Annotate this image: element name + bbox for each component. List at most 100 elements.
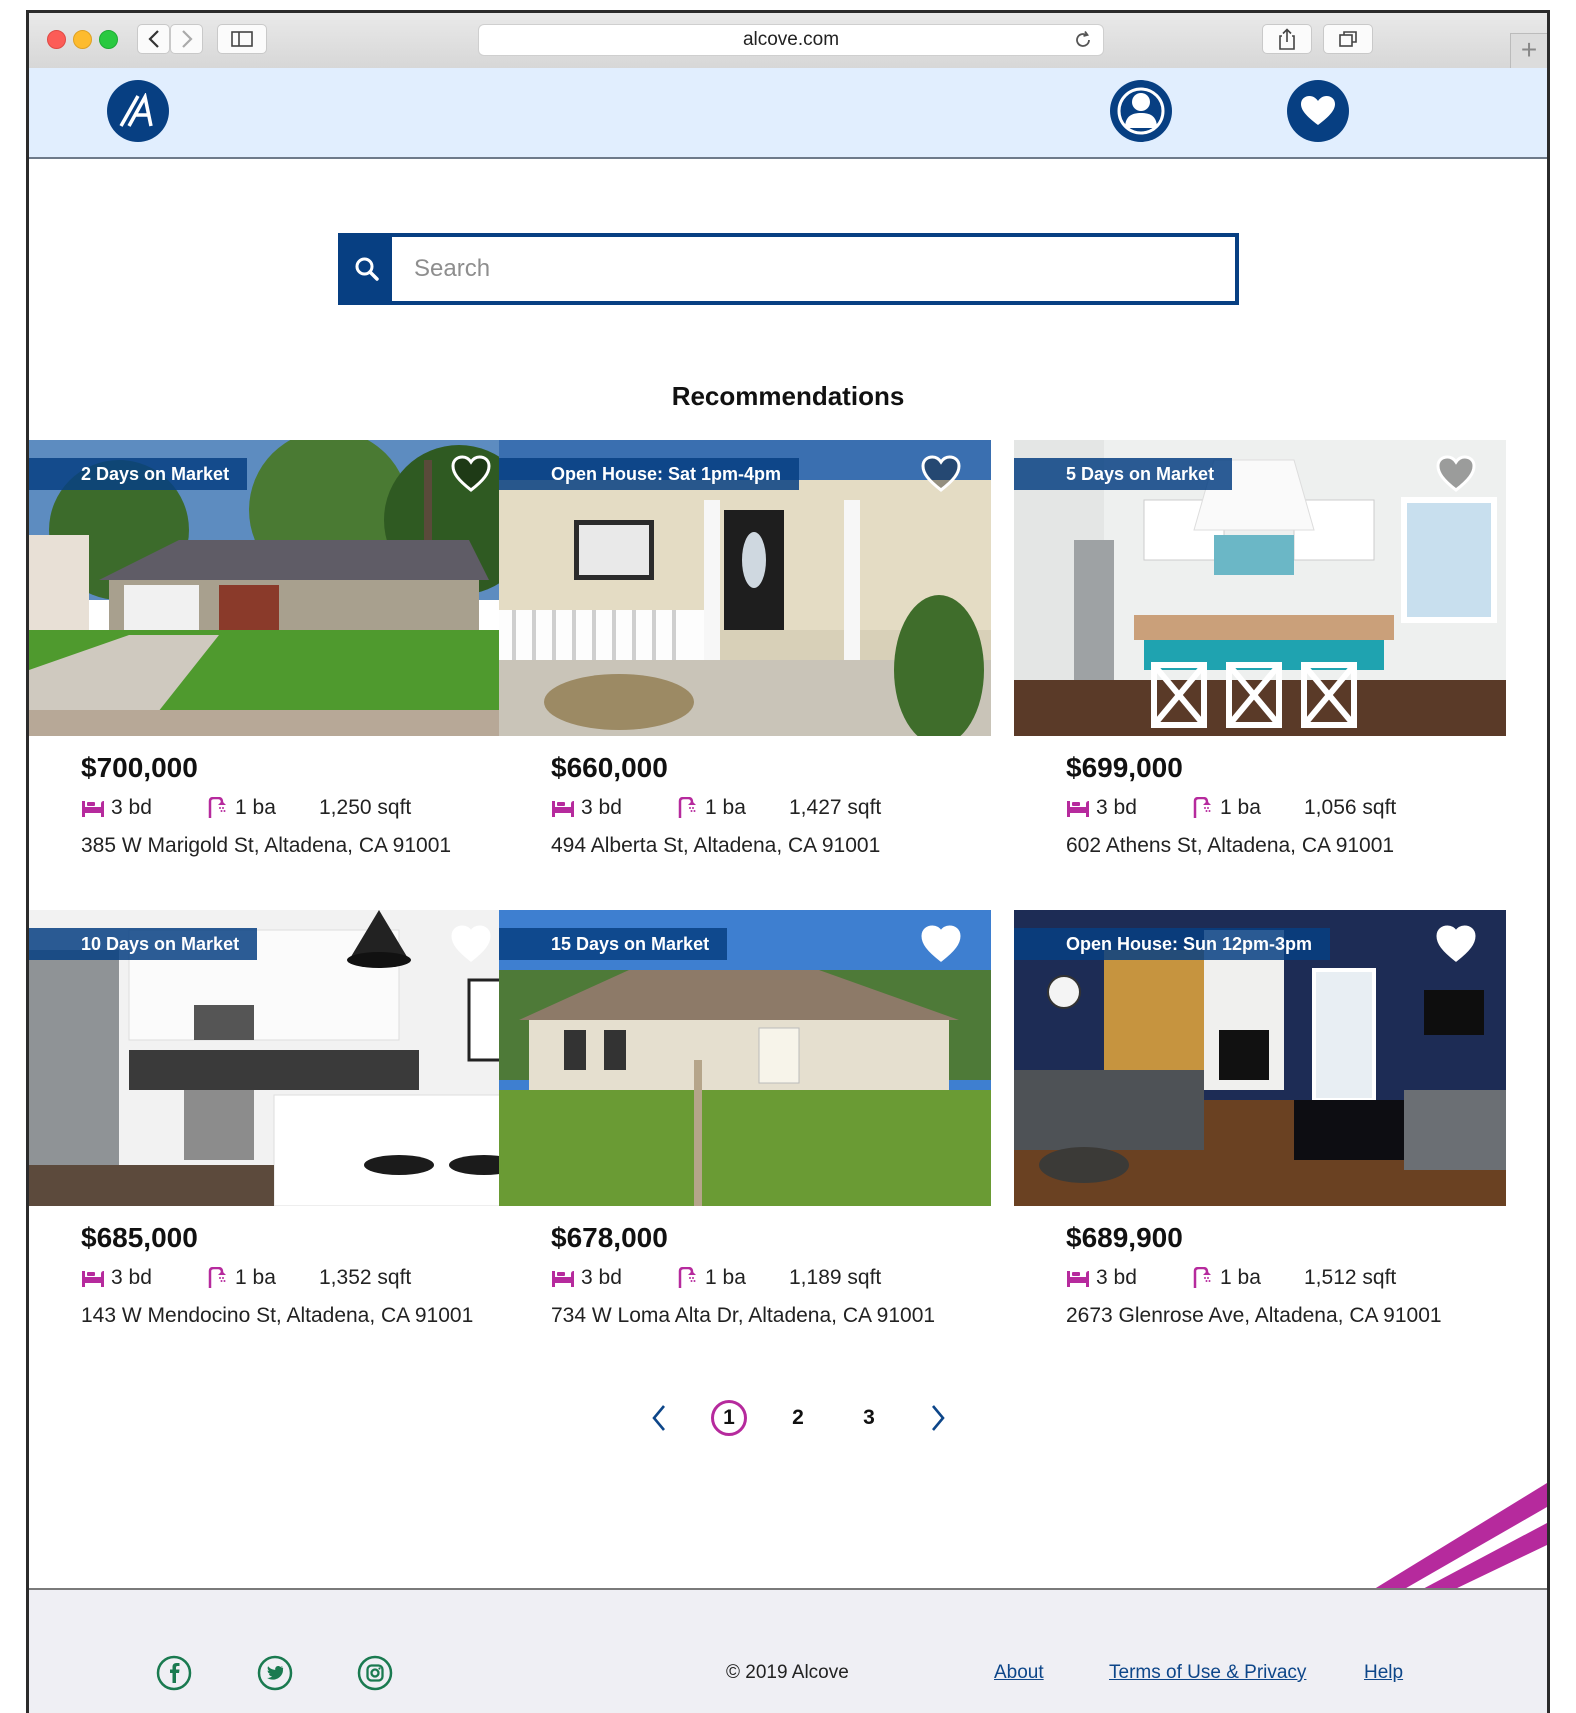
sqft-text: 1,512 sqft xyxy=(1304,1266,1397,1289)
listing-card[interactable]: Open House: Sat 1pm-4pm $660,000 3 bd 1 … xyxy=(499,440,991,857)
listing-card[interactable]: 5 Days on Market $699,000 3 bd 1 ba 1,05… xyxy=(1014,440,1506,857)
twitter-icon[interactable] xyxy=(257,1655,293,1691)
beds-stat: 3 bd xyxy=(81,796,152,820)
sqft-text: 1,189 sqft xyxy=(789,1266,882,1289)
shower-icon xyxy=(208,1267,226,1288)
baths-text: 1 ba xyxy=(235,796,276,819)
listing-card[interactable]: 15 Days on Market $678,000 3 bd 1 ba 1,1… xyxy=(499,910,991,1327)
browser-window: alcove.com + Recommendations xyxy=(26,10,1550,1713)
page-button-2[interactable]: 2 xyxy=(780,1400,816,1436)
search-button[interactable] xyxy=(342,237,392,301)
listing-tag: 15 Days on Market xyxy=(499,928,728,960)
forward-button[interactable] xyxy=(170,24,203,54)
baths-text: 1 ba xyxy=(1220,1266,1261,1289)
reload-icon[interactable] xyxy=(1073,30,1093,50)
heart-icon[interactable] xyxy=(451,455,491,493)
baths-stat: 1 ba xyxy=(207,796,276,820)
baths-stat: 1 ba xyxy=(677,796,746,820)
baths-stat: 1 ba xyxy=(207,1266,276,1290)
listing-card[interactable]: Open House: Sun 12pm-3pm $689,900 3 bd 1… xyxy=(1014,910,1506,1327)
beds-text: 3 bd xyxy=(581,796,622,819)
beds-stat: 3 bd xyxy=(551,1266,622,1290)
sqft-stat: 1,250 sqft xyxy=(319,796,411,820)
baths-text: 1 ba xyxy=(235,1266,276,1289)
listing-address: 385 W Marigold St, Altadena, CA 91001 xyxy=(81,834,452,857)
help-link[interactable]: Help xyxy=(1364,1662,1403,1684)
heart-icon[interactable] xyxy=(921,925,961,963)
heart-icon[interactable] xyxy=(1436,925,1476,963)
shower-icon xyxy=(1193,1267,1211,1288)
account-button[interactable] xyxy=(1110,80,1172,142)
bed-icon xyxy=(1067,1271,1089,1287)
sqft-stat: 1,189 sqft xyxy=(789,1266,881,1290)
share-button[interactable] xyxy=(1262,24,1312,54)
instagram-icon[interactable] xyxy=(357,1655,393,1691)
maximize-window-button[interactable] xyxy=(99,30,118,49)
listing-price: $700,000 xyxy=(81,752,198,783)
site-header xyxy=(29,68,1547,159)
about-link[interactable]: About xyxy=(994,1662,1044,1684)
url-text: alcove.com xyxy=(742,29,840,50)
search-icon xyxy=(355,257,379,281)
listing-tag: 10 Days on Market xyxy=(29,928,258,960)
minimize-window-button[interactable] xyxy=(73,30,92,49)
beds-text: 3 bd xyxy=(581,1266,622,1289)
beds-text: 3 bd xyxy=(111,796,152,819)
new-tab-button[interactable]: + xyxy=(1510,33,1547,70)
listing-price: $660,000 xyxy=(551,752,668,783)
heart-icon xyxy=(1301,96,1335,125)
decorative-stripes xyxy=(1371,1483,1547,1591)
listing-card[interactable]: 10 Days on Market $685,000 3 bd 1 ba 1,3… xyxy=(29,910,521,1327)
page-button-1[interactable]: 1 xyxy=(711,1400,747,1436)
listing-tag: Open House: Sun 12pm-3pm xyxy=(1014,928,1331,960)
baths-stat: 1 ba xyxy=(677,1266,746,1290)
next-page-button[interactable] xyxy=(920,1400,956,1436)
heart-icon[interactable] xyxy=(1436,455,1476,493)
listing-address: 2673 Glenrose Ave, Altadena, CA 91001 xyxy=(1066,1304,1442,1327)
shower-icon xyxy=(678,1267,696,1288)
terms-privacy-link[interactable]: Terms of Use & Privacy xyxy=(1109,1662,1306,1684)
listing-stats: 3 bd 1 ba 1,189 sqft xyxy=(551,1266,991,1296)
previous-page-button[interactable] xyxy=(641,1400,677,1436)
search-bar xyxy=(338,233,1239,305)
baths-text: 1 ba xyxy=(705,1266,746,1289)
listing-price: $678,000 xyxy=(551,1222,668,1253)
sqft-stat: 1,427 sqft xyxy=(789,796,881,820)
beds-stat: 3 bd xyxy=(81,1266,152,1290)
sidebar-toggle-button[interactable] xyxy=(217,24,267,54)
tabs-button[interactable] xyxy=(1323,24,1373,54)
listing-tag: 2 Days on Market xyxy=(29,458,248,490)
back-button[interactable] xyxy=(137,24,170,54)
alcove-logo-icon[interactable] xyxy=(107,80,169,142)
listing-card[interactable]: 2 Days on Market $700,000 3 bd 1 ba 1,25… xyxy=(29,440,521,857)
user-icon xyxy=(1117,87,1165,135)
listing-address: 143 W Mendocino St, Altadena, CA 91001 xyxy=(81,1304,474,1327)
listing-stats: 3 bd 1 ba 1,427 sqft xyxy=(551,796,991,826)
chevron-right-icon xyxy=(181,30,193,48)
sqft-text: 1,056 sqft xyxy=(1304,796,1397,819)
close-window-button[interactable] xyxy=(47,30,66,49)
search-input[interactable] xyxy=(412,245,1216,293)
beds-text: 3 bd xyxy=(111,1266,152,1289)
chevron-right-icon xyxy=(932,1405,945,1431)
favorites-button[interactable] xyxy=(1287,80,1349,142)
chevron-left-icon xyxy=(652,1405,665,1431)
listing-address: 494 Alberta St, Altadena, CA 91001 xyxy=(551,834,881,857)
page-button-3[interactable]: 3 xyxy=(851,1400,887,1436)
facebook-icon[interactable] xyxy=(156,1655,192,1691)
address-bar[interactable]: alcove.com xyxy=(478,24,1104,56)
heart-icon[interactable] xyxy=(451,925,491,963)
listing-address: 602 Athens St, Altadena, CA 91001 xyxy=(1066,834,1395,857)
listing-stats: 3 bd 1 ba 1,250 sqft xyxy=(81,796,521,826)
beds-stat: 3 bd xyxy=(1066,796,1137,820)
listing-price: $689,900 xyxy=(1066,1222,1183,1253)
listing-tag: Open House: Sat 1pm-4pm xyxy=(499,458,800,490)
shower-icon xyxy=(208,797,226,818)
sqft-text: 1,427 sqft xyxy=(789,796,882,819)
baths-text: 1 ba xyxy=(1220,796,1261,819)
heart-icon[interactable] xyxy=(921,455,961,493)
chevron-left-icon xyxy=(147,30,159,48)
tabs-icon xyxy=(1339,31,1357,47)
listing-price: $685,000 xyxy=(81,1222,198,1253)
share-icon xyxy=(1279,28,1295,50)
